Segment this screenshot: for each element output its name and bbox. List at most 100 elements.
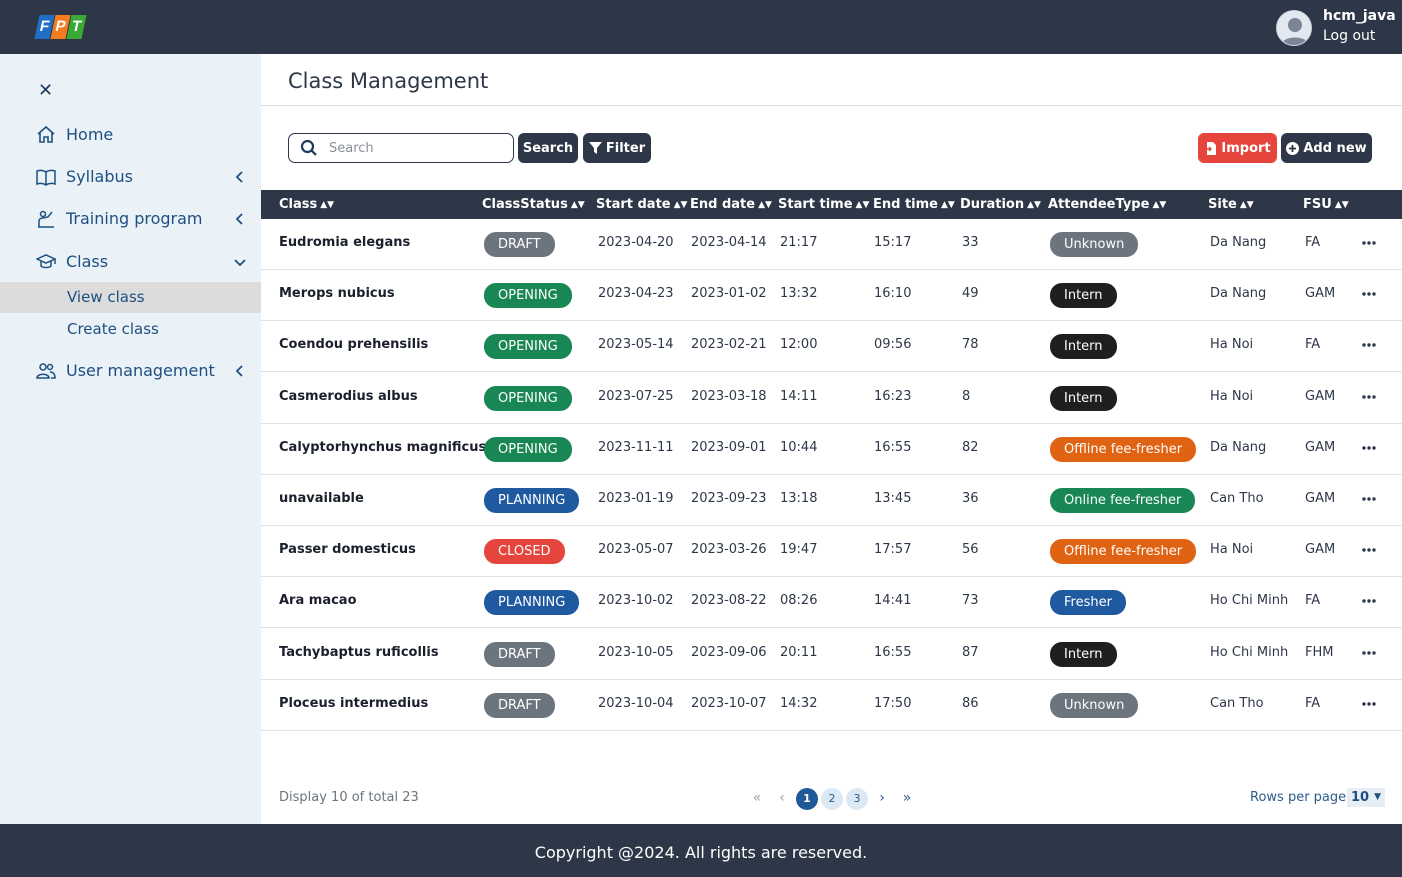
cell-end-date: 2023-02-21	[691, 337, 767, 352]
cell-duration: 36	[962, 491, 979, 506]
table-row[interactable]: Coendou prehensilis OPENING 2023-05-14 2023…	[261, 321, 1402, 372]
sidebar-item-syllabus[interactable]: Syllabus	[0, 161, 261, 193]
import-button[interactable]: Import	[1198, 133, 1277, 163]
column-header-end-date[interactable]: End date ▲▼	[690, 197, 772, 212]
cell-class-name: Tachybaptus ruficollis	[279, 645, 439, 660]
cell-duration: 82	[962, 440, 979, 455]
cell-end-time: 14:41	[874, 593, 912, 608]
table-row[interactable]: Ploceus intermedius DRAFT 2023-10-04 2023-1…	[261, 680, 1402, 731]
attendee-type-badge: Unknown	[1050, 232, 1139, 257]
column-header-class-status[interactable]: ClassStatus ▲▼	[482, 197, 585, 212]
sidebar-item-training-program[interactable]: Training program	[0, 203, 261, 235]
column-header-duration[interactable]: Duration ▲▼	[960, 197, 1041, 212]
first-page-icon[interactable]: «	[746, 788, 768, 810]
user-avatar-icon	[1281, 18, 1309, 45]
prev-page-icon[interactable]: ‹	[771, 788, 793, 810]
sidebar-subitem-label: Create class	[67, 320, 159, 338]
cell-end-time: 17:57	[874, 542, 912, 557]
column-header-attendee-type[interactable]: AttendeeType ▲▼	[1048, 197, 1166, 212]
divider	[261, 105, 1402, 106]
table-row[interactable]: Calyptorhynchus magnificus OPENING 2023-11…	[261, 424, 1402, 475]
filter-button[interactable]: Filter	[583, 133, 651, 163]
sidebar-subitem-view-class[interactable]: View class	[0, 282, 261, 313]
sidebar-item-class[interactable]: Class	[0, 246, 261, 278]
more-options-icon[interactable]	[1357, 591, 1381, 611]
status-badge: OPENING	[484, 334, 572, 359]
cell-fsu: FA	[1305, 593, 1321, 608]
more-options-icon[interactable]	[1357, 643, 1381, 663]
column-header-class[interactable]: Class ▲▼	[279, 197, 334, 212]
cell-fsu: FA	[1305, 337, 1321, 352]
next-page-icon[interactable]: ›	[871, 788, 893, 810]
cell-end-date: 2023-01-02	[691, 286, 767, 301]
more-options-icon[interactable]	[1357, 438, 1381, 458]
more-options-icon[interactable]	[1357, 387, 1381, 407]
page-number-3[interactable]: 3	[846, 788, 868, 810]
cell-start-date: 2023-04-23	[598, 286, 674, 301]
cell-end-time: 13:45	[874, 491, 912, 506]
column-header-end-time[interactable]: End time ▲▼	[873, 197, 955, 212]
search-input[interactable]	[329, 139, 509, 157]
search-button[interactable]: Search	[518, 133, 578, 163]
avatar[interactable]	[1276, 10, 1312, 46]
column-header-site[interactable]: Site ▲▼	[1208, 197, 1254, 212]
logout-link[interactable]: Log out	[1323, 28, 1375, 44]
table-row[interactable]: Eudromia elegans DRAFT 2023-04-20 2023-04-1…	[261, 219, 1402, 270]
rows-per-page-select[interactable]: 10 ▼	[1347, 788, 1385, 807]
table-row[interactable]: Merops nubicus OPENING 2023-04-23 2023-01-0…	[261, 270, 1402, 321]
cell-end-time: 16:23	[874, 389, 912, 404]
sidebar-item-label: Syllabus	[66, 167, 133, 186]
cell-start-date: 2023-10-02	[598, 593, 674, 608]
more-options-icon[interactable]	[1357, 233, 1381, 253]
cell-fsu: GAM	[1305, 491, 1336, 506]
file-import-icon	[1204, 141, 1217, 155]
cell-site: Ho Chi Minh	[1210, 593, 1289, 608]
more-options-icon[interactable]	[1357, 489, 1381, 509]
table-row[interactable]: Passer domesticus CLOSED 2023-05-07 2023-03…	[261, 526, 1402, 577]
page-number-2[interactable]: 2	[821, 788, 843, 810]
cell-duration: 87	[962, 645, 979, 660]
sort-icon: ▲▼	[320, 200, 335, 210]
more-options-icon[interactable]	[1357, 694, 1381, 714]
table-row[interactable]: Tachybaptus ruficollis DRAFT 2023-10-05 202…	[261, 629, 1402, 680]
page-title: Class Management	[288, 69, 489, 93]
cell-start-date: 2023-11-11	[598, 440, 674, 455]
column-header-label: ClassStatus	[482, 197, 568, 212]
table-row[interactable]: unavailable PLANNING 2023-01-19 2023-09-23 1…	[261, 475, 1402, 526]
more-options-icon[interactable]	[1357, 540, 1381, 560]
cell-duration: 49	[962, 286, 979, 301]
sidebar-item-home[interactable]: Home	[0, 119, 261, 151]
close-icon[interactable]: ✕	[38, 82, 56, 100]
column-header-label: Start date	[596, 197, 671, 212]
column-header-start-date[interactable]: Start date ▲▼	[596, 197, 687, 212]
add-new-button[interactable]: Add new	[1281, 133, 1372, 163]
column-header-start-time[interactable]: Start time ▲▼	[778, 197, 869, 212]
sort-icon: ▲▼	[1027, 200, 1041, 210]
table-row[interactable]: Ara macao PLANNING 2023-10-02 2023-08-22 08:…	[261, 577, 1402, 628]
sidebar-subitem-create-class[interactable]: Create class	[0, 314, 261, 345]
cell-class-name: Casmerodius albus	[279, 389, 418, 404]
cell-fsu: FA	[1305, 696, 1321, 711]
cell-start-time: 10:44	[780, 440, 818, 455]
cell-end-date: 2023-04-14	[691, 235, 767, 250]
cell-start-time: 19:47	[780, 542, 818, 557]
attendee-type-badge: Intern	[1050, 642, 1117, 667]
sort-icon: ▲▼	[1152, 200, 1167, 210]
cell-site: Ho Chi Minh	[1210, 645, 1289, 660]
book-icon	[36, 167, 56, 187]
page-number-1[interactable]: 1	[796, 788, 818, 810]
column-header-fsu[interactable]: FSU ▲▼	[1303, 197, 1349, 212]
table-row[interactable]: Casmerodius albus OPENING 2023-07-25 2023-0…	[261, 373, 1402, 424]
cell-duration: 78	[962, 337, 979, 352]
more-options-icon[interactable]	[1357, 284, 1381, 304]
sidebar-item-user-management[interactable]: User management	[0, 355, 261, 387]
last-page-icon[interactable]: »	[896, 788, 918, 810]
sort-icon: ▲▼	[941, 200, 955, 210]
cell-end-date: 2023-09-01	[691, 440, 767, 455]
sort-icon: ▲▼	[1239, 200, 1254, 210]
footer: Copyright @2024. All rights are reserved…	[0, 824, 1402, 877]
search-field[interactable]	[288, 133, 514, 163]
fpt-logo[interactable]: F P T	[34, 15, 87, 41]
cell-class-name: unavailable	[279, 491, 364, 506]
more-options-icon[interactable]	[1357, 335, 1381, 355]
